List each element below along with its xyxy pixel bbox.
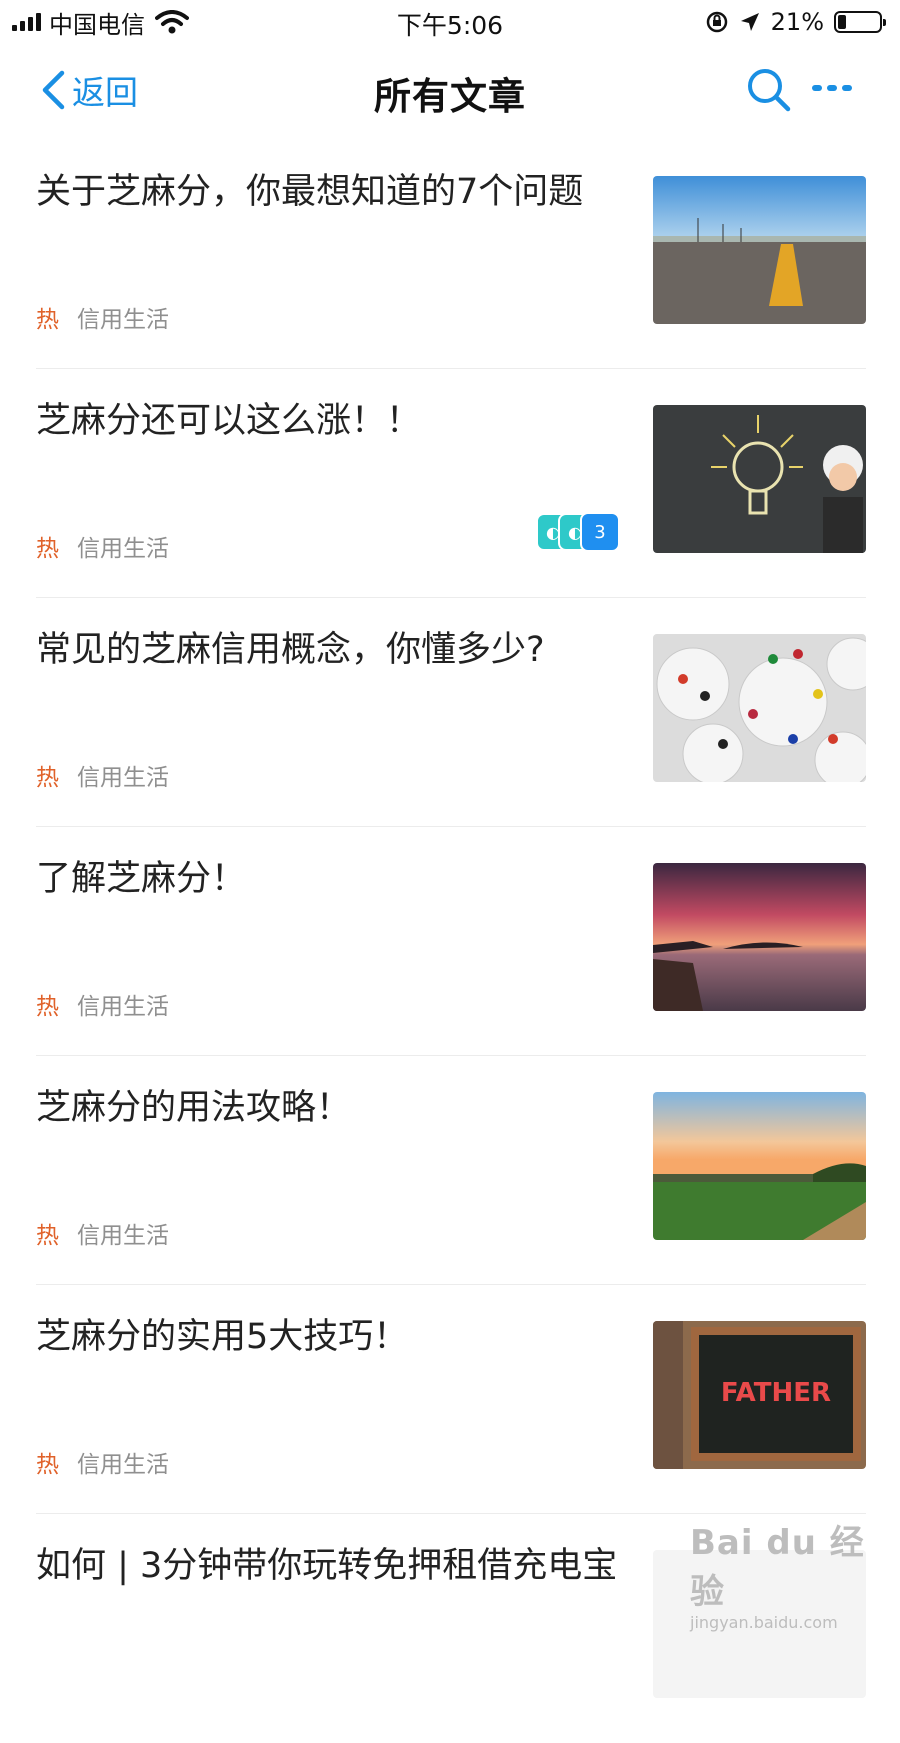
watermark: Bai du 经验 jingyan.baidu.com — [690, 1515, 890, 1632]
hot-tag: 热 — [36, 765, 59, 791]
article-title: 芝麻分还可以这么涨！！ — [36, 401, 422, 441]
article-thumbnail — [653, 405, 866, 553]
article-item[interactable]: 常见的芝麻信用概念，你懂多少? 热 信用生活 — [0, 598, 900, 827]
article-meta: 热 信用生活 — [36, 1445, 169, 1479]
hot-tag: 热 — [36, 994, 59, 1020]
article-list: 关于芝麻分，你最想知道的7个问题 热 信用生活 芝麻分还可以这么涨！！ 热 信用… — [0, 140, 900, 1743]
article-title: 常见的芝麻信用概念，你懂多少? — [36, 630, 545, 670]
hot-tag: 热 — [36, 536, 59, 562]
article-title: 芝麻分的实用5大技巧！ — [36, 1317, 409, 1357]
reader-avatars: ◐ ◐ 3 — [536, 512, 620, 552]
article-thumbnail — [653, 1092, 866, 1240]
article-meta: 热 信用生活 — [36, 758, 169, 792]
category-label: 信用生活 — [77, 536, 169, 562]
status-bar: 中国电信 下午5:06 21% — [0, 0, 900, 44]
hot-tag: 热 — [36, 1452, 59, 1478]
category-label: 信用生活 — [77, 1223, 169, 1249]
article-meta: 热 信用生活 — [36, 1216, 169, 1250]
location-arrow-icon — [740, 13, 759, 31]
article-item[interactable]: 关于芝麻分，你最想知道的7个问题 热 信用生活 — [0, 140, 900, 369]
watermark-url: jingyan.baidu.com — [690, 1613, 838, 1632]
article-thumbnail — [653, 176, 866, 324]
article-title: 如何 | 3分钟带你玩转免押租借充电宝 — [36, 1546, 618, 1586]
article-thumbnail: FATHER — [653, 1321, 866, 1469]
more-icon[interactable] — [812, 80, 854, 96]
category-label: 信用生活 — [77, 994, 169, 1020]
article-item[interactable]: 了解芝麻分！ 热 信用生活 — [0, 827, 900, 1056]
article-title: 芝麻分的用法攻略！ — [36, 1088, 352, 1128]
article-title: 关于芝麻分，你最想知道的7个问题 — [36, 172, 584, 212]
orientation-lock-icon — [706, 11, 727, 33]
battery-percent: 21% — [770, 8, 824, 36]
article-thumbnail — [653, 863, 866, 1011]
battery-icon — [834, 11, 886, 33]
hot-tag: 热 — [36, 1223, 59, 1249]
watermark-logo: Bai du 经验 — [690, 1523, 865, 1612]
article-item[interactable]: 芝麻分的用法攻略！ 热 信用生活 — [0, 1056, 900, 1285]
article-title: 了解芝麻分！ — [36, 859, 247, 899]
article-meta: 热 信用生活 — [36, 529, 169, 563]
chalkboard-letters: FATHER — [721, 1378, 831, 1408]
category-label: 信用生活 — [77, 1452, 169, 1478]
article-item[interactable]: 芝麻分还可以这么涨！！ 热 信用生活 ◐ ◐ 3 — [0, 369, 900, 598]
article-meta: 热 信用生活 — [36, 987, 169, 1021]
article-item[interactable]: 芝麻分的实用5大技巧！ 热 信用生活 FATHER — [0, 1285, 900, 1514]
battery-fill — [838, 15, 846, 29]
article-meta: 热 信用生活 — [36, 300, 169, 334]
navigation-bar: 返回 所有文章 — [0, 44, 900, 140]
category-label: 信用生活 — [77, 307, 169, 333]
hot-tag: 热 — [36, 307, 59, 333]
reader-count-badge: 3 — [580, 512, 620, 552]
article-thumbnail — [653, 634, 866, 782]
search-icon[interactable] — [745, 66, 793, 114]
category-label: 信用生活 — [77, 765, 169, 791]
